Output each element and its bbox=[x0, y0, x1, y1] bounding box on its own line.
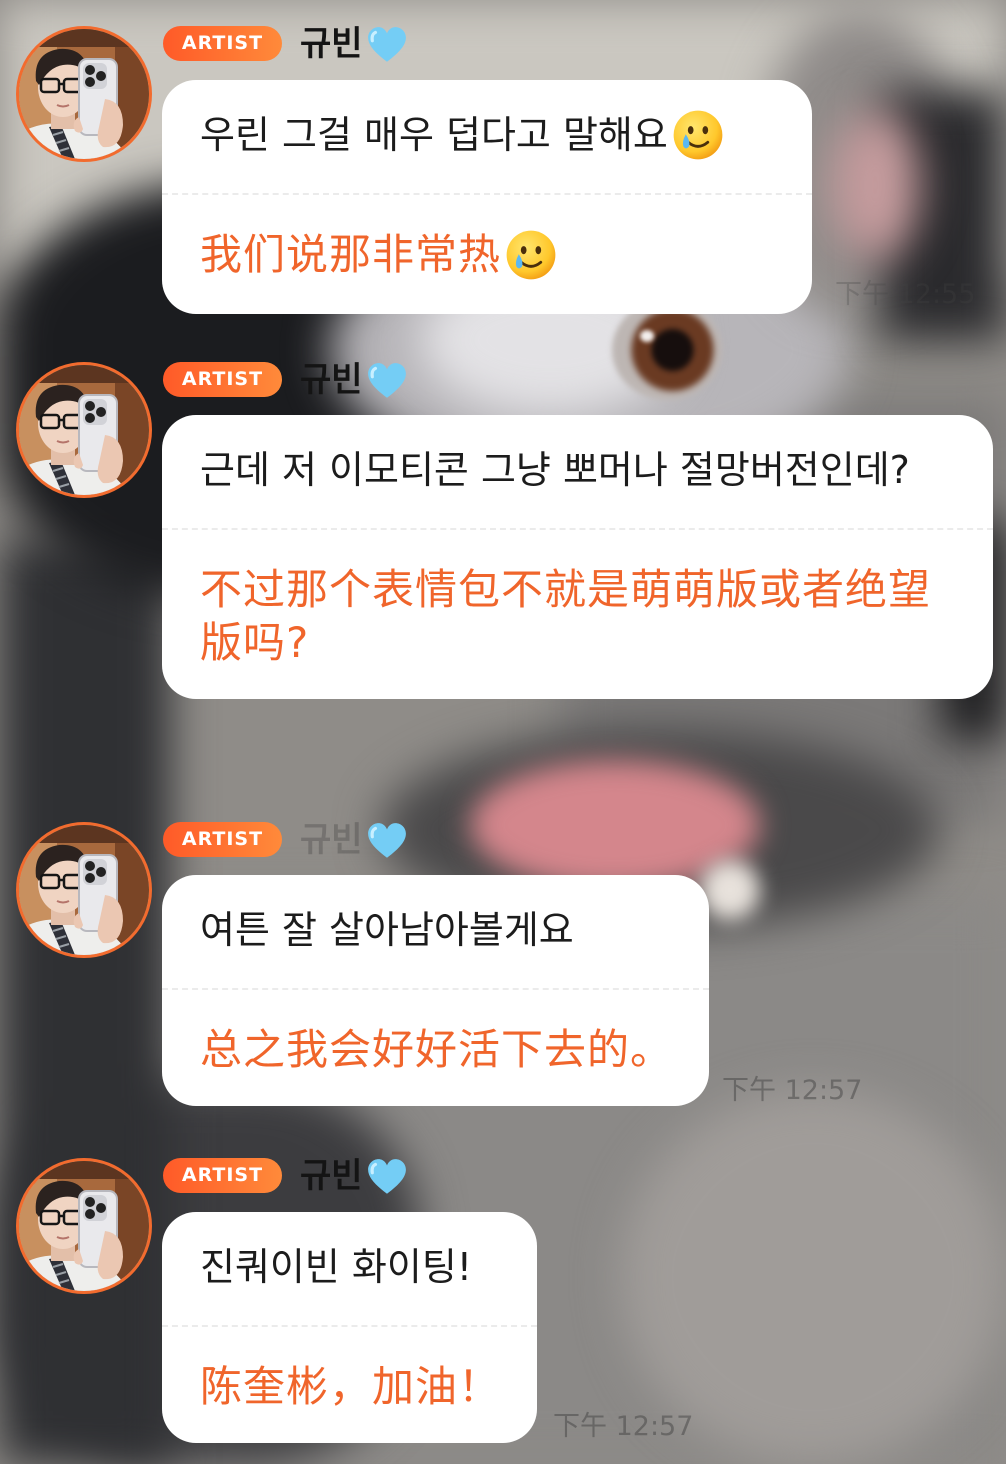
sender-name: 규빈 bbox=[300, 820, 363, 860]
artist-badge: ARTIST bbox=[163, 822, 282, 857]
sender-avatar[interactable] bbox=[16, 1158, 152, 1294]
translated-message-text: 我们说那非常热 bbox=[200, 230, 502, 279]
artist-badge: ARTIST bbox=[163, 1158, 282, 1193]
message-group: ARTIST 규빈 근데 저 이모티콘 그냥 뽀머나 절망버전인데? 不过那个表… bbox=[0, 360, 1006, 772]
translated-message: 总之我会好好活下去的。 bbox=[200, 1025, 674, 1074]
translated-message: 陈奎彬，加油！ bbox=[200, 1362, 502, 1411]
translation-divider bbox=[162, 528, 993, 530]
message-timestamp: 下午 12:57 bbox=[553, 1411, 694, 1442]
message-group: ARTIST 규빈 여튼 잘 살아남아볼게요 总之我会好好活下去的。 下午 12… bbox=[0, 820, 1006, 1112]
message-bubble: 진쿼이빈 화이팅! 陈奎彬，加油！ bbox=[162, 1212, 538, 1443]
smiling-face-with-tear-icon bbox=[505, 229, 557, 281]
original-message: 진쿼이빈 화이팅! bbox=[200, 1245, 473, 1289]
message-timestamp: 下午 12:57 bbox=[722, 1075, 863, 1106]
original-message: 여튼 잘 살아남아볼게요 bbox=[200, 908, 574, 952]
blue-heart-icon bbox=[366, 821, 408, 861]
translated-message: 我们说那非常热 bbox=[200, 228, 776, 284]
translation-divider bbox=[162, 988, 710, 990]
translated-message: 不过那个表情包不就是萌萌版或者绝望版吗? bbox=[200, 565, 932, 667]
artist-badge: ARTIST bbox=[163, 26, 282, 61]
sender-avatar[interactable] bbox=[16, 26, 152, 162]
message-timestamp: 下午 12:55 bbox=[835, 279, 976, 310]
sender-name: 규빈 bbox=[300, 360, 363, 400]
blue-heart-icon bbox=[366, 1157, 408, 1197]
blue-heart-icon bbox=[366, 25, 408, 65]
smiling-face-with-tear-icon bbox=[672, 109, 724, 161]
blue-heart-icon bbox=[366, 361, 408, 401]
sender-avatar[interactable] bbox=[16, 362, 152, 498]
sender-name: 규빈 bbox=[300, 24, 363, 64]
sender-name: 규빈 bbox=[300, 1156, 363, 1196]
original-message: 근데 저 이모티콘 그냥 뽀머나 절망버전인데? bbox=[200, 448, 910, 492]
message-bubble: 우린 그걸 매우 덥다고 말해요 我们说那非常热 bbox=[162, 80, 812, 314]
artist-badge: ARTIST bbox=[163, 362, 282, 397]
original-message: 우린 그걸 매우 덥다고 말해요 bbox=[200, 102, 776, 168]
sender-avatar[interactable] bbox=[16, 822, 152, 958]
message-bubble: 근데 저 이모티콘 그냥 뽀머나 절망버전인데? 不过那个表情包不就是萌萌版或者… bbox=[162, 415, 993, 699]
message-group: ARTIST 규빈 진쿼이빈 화이팅! 陈奎彬，加油！ 下午 12:57 bbox=[0, 1156, 1006, 1448]
message-group: ARTIST 규빈 우린 그걸 매우 덥다고 말해요 我们说那非常热 下午 12… bbox=[0, 24, 1006, 316]
message-bubble: 여튼 잘 살아남아볼게요 总之我会好好活下去的。 bbox=[162, 875, 710, 1106]
translation-divider bbox=[162, 193, 812, 195]
translation-divider bbox=[162, 1325, 538, 1327]
original-message-text: 우린 그걸 매우 덥다고 말해요 bbox=[200, 113, 668, 157]
